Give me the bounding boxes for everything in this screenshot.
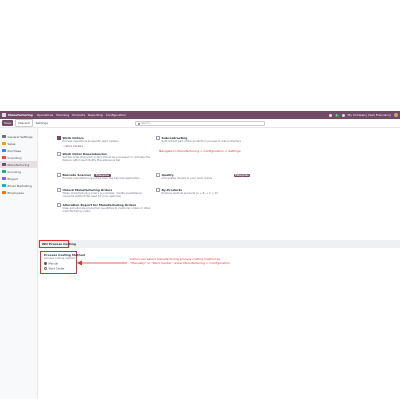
search-placeholder: Search...: [141, 122, 152, 125]
wo-dependencies-desc: Set the order that work orders should be…: [62, 156, 150, 163]
inventory-icon: [2, 155, 6, 160]
discard-button[interactable]: Discard: [15, 119, 33, 127]
save-button[interactable]: Save: [2, 120, 14, 126]
subcontracting-desc: Subcontract part of the production proce…: [161, 140, 241, 143]
by-products-desc: Produce residual products (A + B -> C + …: [161, 192, 218, 195]
work-center-radio[interactable]: [44, 266, 47, 270]
section-header: WO Process Costing: [38, 240, 400, 248]
search-icon: [138, 122, 140, 125]
activity-badge[interactable]: 1: [334, 113, 339, 117]
top-navbar: Manufacturing Operations Planning Produc…: [0, 111, 400, 119]
menu-products[interactable]: Products: [72, 113, 85, 117]
invoicing-icon: [2, 169, 6, 174]
admin-note-line-2: "Manually" or "Work Center" under Manufa…: [130, 260, 230, 265]
avatar[interactable]: [394, 113, 398, 117]
sidebar-item-sales[interactable]: Sales: [0, 140, 37, 147]
apps-menu-icon[interactable]: [2, 113, 6, 117]
sidebar-item-email-marketing[interactable]: Email Marketing: [0, 182, 37, 189]
manual-radio[interactable]: [44, 262, 47, 266]
settings-sidebar: General Settings Sales Purchase Inventor…: [0, 128, 38, 399]
setting-quality: Quality Enterprise Add quality checks to …: [156, 173, 266, 180]
subcontracting-checkbox[interactable]: [156, 136, 160, 140]
barcode-scanner-checkbox[interactable]: [57, 173, 61, 177]
costing-option-work-center[interactable]: Work Center: [44, 266, 85, 270]
work-centers-link[interactable]: → Work Centers: [63, 145, 119, 148]
chat-icon[interactable]: [328, 113, 332, 117]
sidebar-item-manufacturing[interactable]: Manufacturing: [0, 161, 37, 168]
company-name[interactable]: My Company (San Francisco): [348, 113, 392, 117]
purchase-icon: [2, 148, 6, 153]
sidebar-item-general-settings[interactable]: General Settings: [0, 133, 37, 140]
page-title: Settings: [35, 121, 48, 125]
sidebar-item-employees[interactable]: Employees: [0, 189, 37, 196]
enterprise-badge: Enterprise: [233, 174, 251, 177]
screenshot-frame: Manufacturing Operations Planning Produc…: [0, 111, 400, 399]
sidebar-item-invoicing[interactable]: Invoicing: [0, 168, 37, 175]
control-panel: Save Discard Settings Search...: [0, 119, 400, 128]
setting-by-products: By-Products Produce residual products (A…: [156, 188, 266, 195]
sidebar-item-inventory[interactable]: Inventory: [0, 154, 37, 161]
sidebar-item-purchase[interactable]: Purchase: [0, 147, 37, 154]
sidebar-item-project[interactable]: Project: [0, 175, 37, 182]
barcode-scanner-desc: Process manufacturing orders from the ba…: [62, 177, 140, 180]
menu-reporting[interactable]: Reporting: [88, 113, 103, 117]
search-input[interactable]: Search...: [135, 121, 265, 126]
setting-subcontracting: Subcontracting Subcontract part of the p…: [156, 136, 266, 143]
quality-checkbox[interactable]: [156, 173, 160, 177]
manufacturing-icon: [2, 162, 6, 167]
work-orders-checkbox[interactable]: [57, 136, 61, 140]
project-icon: [2, 176, 6, 181]
setting-wo-dependencies: Work Order Dependencies Set the order th…: [57, 152, 152, 162]
setting-unlock-mo: Unlock Manufacturing Orders When manufac…: [57, 188, 152, 198]
menu-configuration[interactable]: Configuration: [106, 113, 126, 117]
menu-operations[interactable]: Operations: [37, 113, 54, 117]
sales-icon: [2, 141, 6, 146]
setting-work-orders: Work Orders Process operations at specif…: [57, 136, 152, 148]
unlock-mo-desc: When manufacturing orders is unlocked, m…: [62, 192, 143, 199]
setting-barcode-scanner: Barcode Scanner Enterprise Process manufa…: [57, 173, 152, 180]
employees-icon: [2, 190, 6, 195]
general-settings-icon: [2, 134, 6, 139]
wo-dependencies-checkbox[interactable]: [57, 152, 61, 156]
allocation-report-desc: View and allocate production quantities …: [62, 207, 151, 214]
by-products-checkbox[interactable]: [156, 188, 160, 192]
navigate-annotation: Navigate to Manufacturing > Configuratio…: [159, 149, 241, 153]
email-marketing-icon: [2, 183, 6, 188]
clock-icon[interactable]: [341, 113, 345, 117]
unlock-mo-checkbox[interactable]: [57, 188, 61, 192]
admin-note: Admin can select manufacturing process c…: [130, 257, 230, 265]
quality-desc: Add quality checks to your work orders: [161, 177, 213, 180]
section-label: WO Process Costing: [42, 242, 76, 246]
app-name[interactable]: Manufacturing: [8, 113, 33, 117]
annotation-arrow: [77, 260, 127, 266]
setting-allocation-report: Allocation Report for Manufacturing Orde…: [57, 203, 152, 213]
allocation-report-checkbox[interactable]: [57, 203, 61, 207]
menu-planning[interactable]: Planning: [56, 113, 69, 117]
work-orders-desc: Process operations at specific work cent…: [62, 140, 119, 143]
